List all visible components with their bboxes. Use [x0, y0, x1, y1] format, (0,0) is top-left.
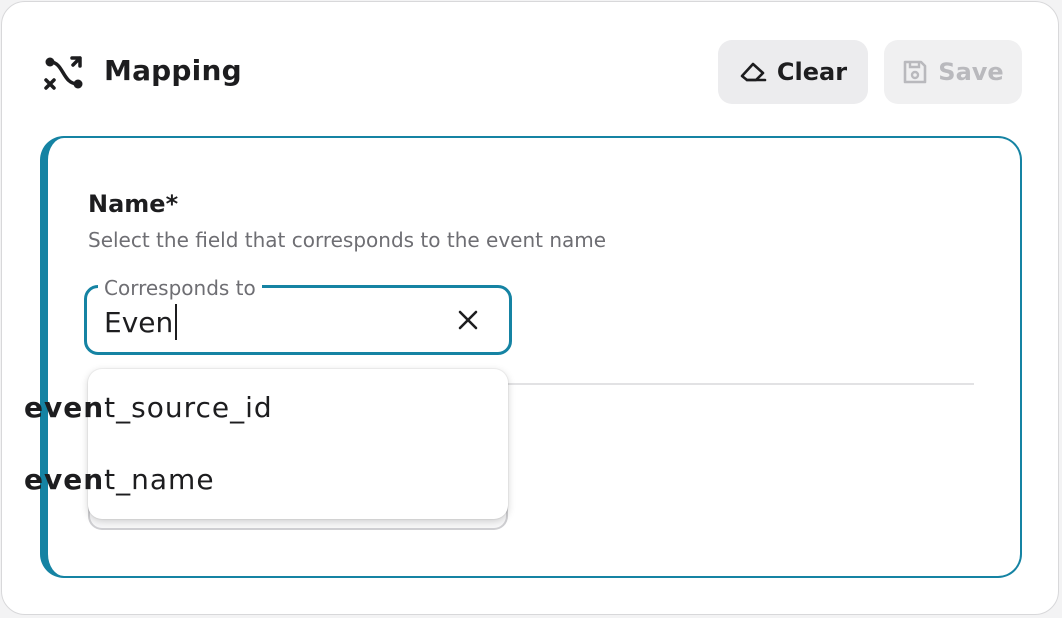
field-label: Name* — [88, 190, 179, 218]
eraser-icon — [740, 62, 767, 82]
option-match-text: even — [24, 391, 105, 424]
divider — [508, 383, 974, 385]
option-rest-text: t_source_id — [104, 391, 273, 424]
page-title: Mapping — [104, 54, 242, 87]
clear-button-label: Clear — [776, 58, 848, 86]
dropdown-option-event-name[interactable]: event_name — [24, 463, 215, 496]
input-text: Even — [104, 305, 174, 339]
option-rest-text: t_name — [104, 463, 215, 496]
mapping-route-icon — [44, 56, 83, 90]
save-icon — [903, 60, 927, 84]
dropdown-option-event-source-id[interactable]: event_source_id — [24, 391, 273, 424]
save-button[interactable]: Save — [884, 40, 1022, 104]
input-value[interactable]: Even — [104, 304, 178, 340]
option-match-text: even — [24, 463, 105, 496]
input-label: Corresponds to — [98, 276, 262, 300]
save-button-label: Save — [938, 58, 1004, 86]
close-icon[interactable] — [456, 308, 480, 332]
clear-button[interactable]: Clear — [718, 40, 868, 104]
text-caret — [175, 304, 178, 340]
field-description: Select the field that corresponds to the… — [88, 228, 607, 252]
